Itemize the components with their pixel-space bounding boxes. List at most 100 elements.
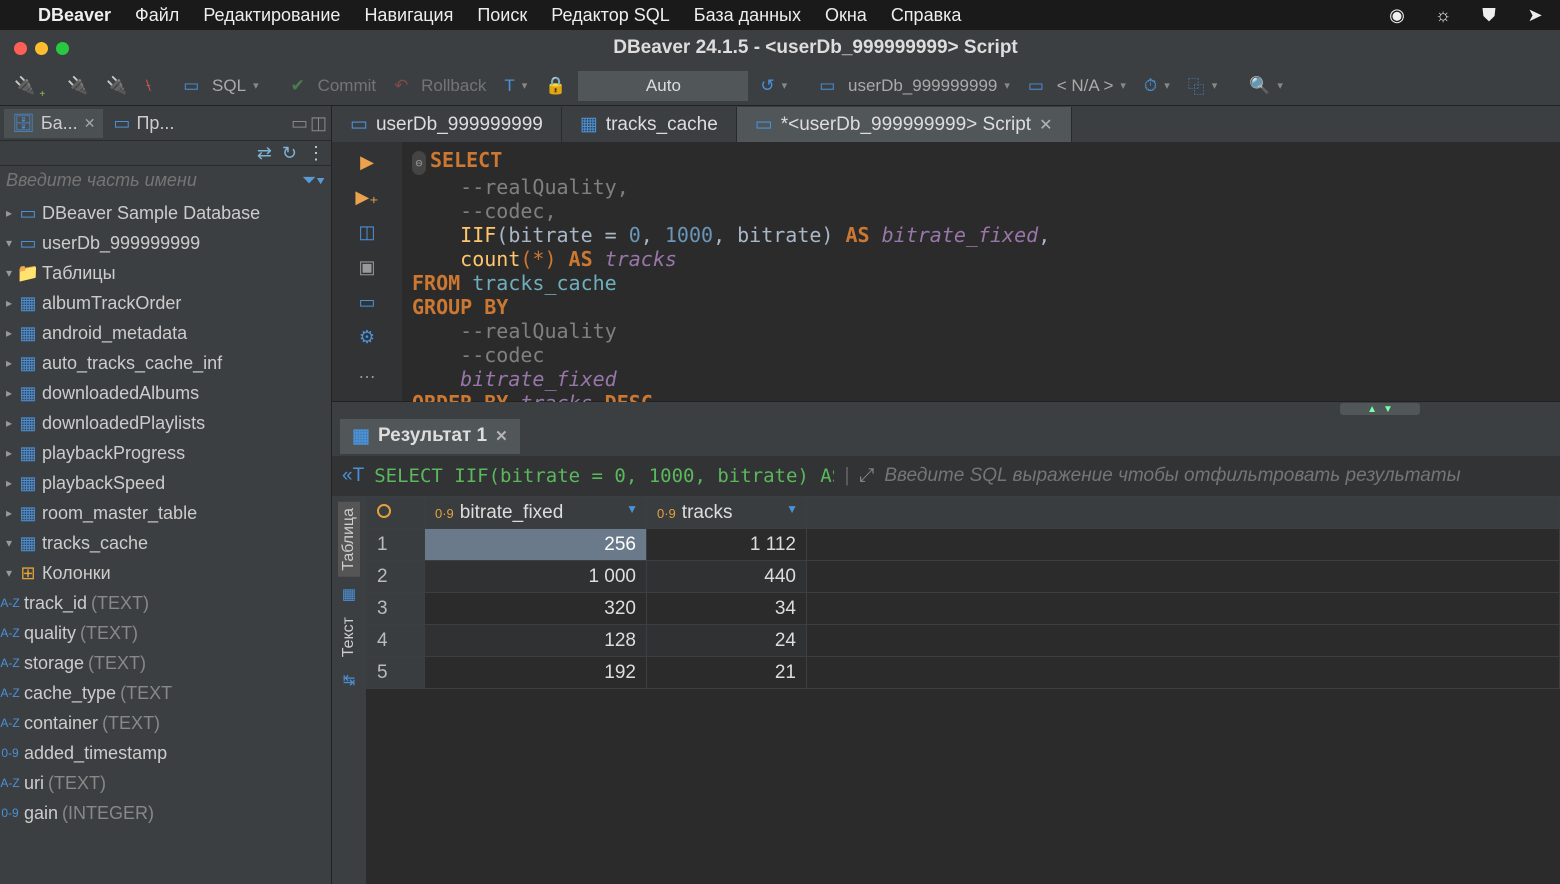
tab-userdb[interactable]: ▭ userDb_999999999 [332, 107, 562, 142]
close-window-button[interactable] [14, 42, 27, 55]
menu-navigation[interactable]: Навигация [364, 5, 453, 26]
folder-icon: 📁 [18, 263, 38, 284]
tree-node-column[interactable]: 0-9added_timestamp [0, 738, 331, 768]
tree-node-column[interactable]: A-Ztrack_id(TEXT) [0, 588, 331, 618]
table-icon: ▦ [18, 323, 38, 344]
shield-icon[interactable]: ⛊ [1478, 5, 1500, 26]
record-mode-icon[interactable]: ↹ [343, 671, 356, 689]
macos-menubar: DBeaver Файл Редактирование Навигация По… [0, 0, 1560, 30]
tx-mode-button[interactable]: T [498, 74, 533, 98]
record-icon[interactable]: ◉ [1386, 5, 1408, 26]
tree-node-table-tracks-cache[interactable]: ▦tracks_cache [0, 528, 331, 558]
minimize-window-button[interactable] [35, 42, 48, 55]
history-icon[interactable]: ↺ [754, 74, 793, 98]
view-menu-icon[interactable]: ⋮ [307, 143, 325, 164]
lock-icon[interactable]: 🔒 [539, 74, 572, 98]
menu-help[interactable]: Справка [891, 5, 962, 26]
menu-search[interactable]: Поиск [477, 5, 527, 26]
send-icon[interactable]: ➤ [1524, 5, 1546, 26]
link-editor-icon[interactable]: ⇄ [257, 143, 272, 164]
new-connection-button[interactable]: 🔌 [8, 74, 41, 98]
result-tab[interactable]: ▦ Результат 1 ✕ [340, 419, 520, 454]
filter-icon[interactable]: ⏷▾ [302, 170, 325, 191]
tree-node-table[interactable]: ▦downloadedPlaylists [0, 408, 331, 438]
tree-node-table[interactable]: ▦android_metadata [0, 318, 331, 348]
menu-database[interactable]: База данных [694, 5, 801, 26]
console-icon[interactable]: ▭ [358, 292, 375, 313]
column-header-tracks[interactable]: 0·9tracks ▼ [647, 497, 807, 529]
autocommit-selector[interactable]: Auto [578, 71, 748, 101]
tab-script[interactable]: ▭ *<userDb_999999999> Script ✕ [737, 107, 1072, 142]
menu-edit[interactable]: Редактирование [203, 5, 340, 26]
table-row[interactable]: 2 1 000 440 [367, 561, 1560, 593]
menu-windows[interactable]: Окна [825, 5, 867, 26]
table-row[interactable]: 3 320 34 [367, 593, 1560, 625]
text-column-icon: A-Z [0, 686, 20, 700]
tree-node-tables[interactable]: 📁 Таблицы [0, 258, 331, 288]
splitter[interactable]: ▲▼ [332, 402, 1560, 416]
app-menu[interactable]: DBeaver [38, 5, 111, 26]
result-view-text[interactable]: Текст [338, 611, 360, 663]
filter-query-icon[interactable]: «T [342, 465, 364, 487]
brightness-icon[interactable]: ☼ [1432, 5, 1454, 26]
tree-node-column[interactable]: A-Zstorage(TEXT) [0, 648, 331, 678]
sort-icon[interactable]: ▼ [626, 502, 638, 516]
schema-selector[interactable]: ▭ < N/A > [1022, 74, 1132, 98]
tree-node-table[interactable]: ▦downloadedAlbums [0, 378, 331, 408]
restore-panel-icon[interactable]: ◫ [310, 113, 327, 134]
disconnect-icon[interactable]: 🔌 [100, 74, 133, 98]
explain-plan-icon[interactable]: ◫ [358, 222, 375, 243]
menu-file[interactable]: Файл [135, 5, 179, 26]
execute-statement-icon[interactable]: ▶ [360, 152, 374, 173]
sql-text[interactable]: ⊖SELECT --realQuality, --codec, IIF(bitr… [402, 142, 1560, 401]
tree-node-table[interactable]: ▦playbackSpeed [0, 468, 331, 498]
expand-filter-icon[interactable]: ⤢ [859, 465, 874, 487]
tree-node-column[interactable]: 0-9gain(INTEGER) [0, 798, 331, 828]
tree-node-columns-folder[interactable]: ⊞Колонки [0, 558, 331, 588]
navigator-filter-input[interactable] [6, 170, 296, 191]
tree-node-table[interactable]: ▦albumTrackOrder [0, 288, 331, 318]
tree-node-db-sample[interactable]: ▭ DBeaver Sample Database [0, 198, 331, 228]
tree-node-db-user[interactable]: ▭ userDb_999999999 [0, 228, 331, 258]
table-row[interactable]: 4 128 24 [367, 625, 1560, 657]
navigator-tab-databases[interactable]: 🗄 Ба... ✕ [4, 109, 103, 138]
settings-icon[interactable]: ⚙ [359, 327, 375, 348]
close-icon[interactable]: ✕ [84, 115, 96, 132]
sql-editor-button[interactable]: ▭ SQL [177, 74, 264, 98]
table-row[interactable]: 1 256 1 112 [367, 529, 1560, 561]
table-row[interactable]: 5 192 21 [367, 657, 1560, 689]
erd-icon[interactable]: ⿻ [1182, 71, 1224, 100]
tree-node-table[interactable]: ▦playbackProgress [0, 438, 331, 468]
result-view-table[interactable]: Таблица [338, 502, 360, 577]
connect-icon[interactable]: 🔌 [61, 74, 94, 98]
result-filter-input[interactable] [884, 465, 1550, 487]
close-tab-icon[interactable]: ✕ [1039, 115, 1052, 135]
sort-icon[interactable]: ▼ [786, 502, 798, 516]
tree-node-column[interactable]: A-Zquality(TEXT) [0, 618, 331, 648]
tree-node-column[interactable]: A-Zcontainer(TEXT) [0, 708, 331, 738]
navigator-tab-projects[interactable]: ▭ Пр... [105, 109, 182, 138]
column-header-bitrate-fixed[interactable]: 0·9bitrate_fixed ▼ [425, 497, 647, 529]
tree-node-table[interactable]: ▦room_master_table [0, 498, 331, 528]
datasource-selector[interactable]: ▭ userDb_999999999 [813, 74, 1016, 98]
menu-sql-editor[interactable]: Редактор SQL [551, 5, 670, 26]
search-button[interactable]: 🔍 [1243, 74, 1289, 98]
refresh-icon[interactable]: ↻ [282, 143, 297, 164]
rollback-button[interactable]: ↶ Rollback [388, 74, 492, 98]
tab-tracks-cache[interactable]: ▦ tracks_cache [562, 107, 737, 142]
commit-button[interactable]: ✔ Commit [285, 74, 383, 98]
minimize-panel-icon[interactable]: ▭ [291, 113, 308, 134]
result-grid[interactable]: 0·9bitrate_fixed ▼ 0·9tracks ▼ [366, 496, 1560, 884]
stop-icon[interactable]: ⧷ [140, 74, 158, 98]
close-result-icon[interactable]: ✕ [495, 427, 508, 445]
tree-node-column[interactable]: A-Zuri(TEXT) [0, 768, 331, 798]
tree-node-column[interactable]: A-Zcache_type(TEXT [0, 678, 331, 708]
more-icon[interactable]: … [358, 362, 376, 383]
dashboard-icon[interactable]: ⏱ [1138, 74, 1176, 98]
fullscreen-window-button[interactable] [56, 42, 69, 55]
export-icon[interactable]: ▣ [358, 257, 375, 278]
execute-script-icon[interactable]: ▶₊ [355, 187, 378, 208]
rownum-header[interactable] [367, 497, 425, 529]
tree-node-table[interactable]: ▦auto_tracks_cache_inf [0, 348, 331, 378]
database-icon: ▭ [18, 203, 38, 224]
